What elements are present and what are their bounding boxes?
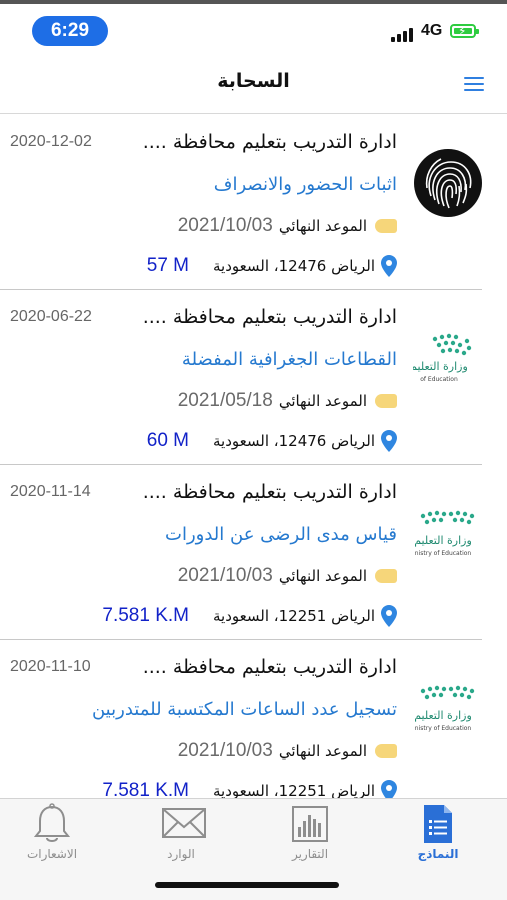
location-address: الرياض 12476، السعودية bbox=[212, 257, 375, 275]
card-date: 2020-11-14 bbox=[10, 483, 91, 500]
card-date: 2020-06-22 bbox=[10, 308, 92, 325]
deadline-date: 2021/10/03 bbox=[177, 215, 273, 236]
tab-notifications[interactable]: الاشعارات bbox=[2, 803, 102, 863]
logo-subtext: of Education bbox=[420, 376, 458, 383]
card-date: 2020-12-02 bbox=[10, 133, 92, 150]
tab-forms-label: النماذج bbox=[417, 847, 459, 861]
page-title: السحابة bbox=[217, 70, 290, 92]
card-date: 2020-11-10 bbox=[10, 658, 91, 675]
location-pin-icon bbox=[381, 605, 397, 627]
forms-list[interactable]: ادارة التدريب بتعليم محافظة .... 2020-12… bbox=[0, 114, 507, 798]
tab-forms[interactable]: النماذج bbox=[388, 803, 488, 863]
fingerprint-logo bbox=[414, 149, 482, 217]
logo-text: وزارة التعليم bbox=[414, 709, 472, 722]
deadline-label: الموعد النهائي bbox=[278, 392, 367, 410]
ministry-of-education-logo: وزارة التعليم nistry of Education bbox=[414, 510, 475, 557]
location-pin-icon bbox=[381, 430, 397, 452]
form-name-link[interactable]: تسجيل عدد الساعات المكتسبة للمتدربين bbox=[92, 699, 397, 720]
deadline-tag-icon bbox=[375, 219, 397, 233]
distance-value: 60 M bbox=[146, 430, 189, 451]
form-name-link[interactable]: اثبات الحضور والانصراف bbox=[214, 174, 397, 195]
tab-bar: النماذج التقارير الوارد الاشعارات bbox=[0, 798, 507, 900]
form-card[interactable]: ادارة التدريب بتعليم محافظة .... 2020-11… bbox=[0, 639, 507, 798]
location-row: الرياض 12251، السعودية bbox=[213, 605, 397, 631]
deadline-row: الموعد النهائي 2021/10/03 bbox=[178, 215, 397, 243]
deadline-tag-icon bbox=[375, 394, 397, 408]
deadline-label: الموعد النهائي bbox=[278, 567, 367, 585]
deadline-date: 2021/05/18 bbox=[177, 390, 273, 411]
card-organization: ادارة التدريب بتعليم محافظة .... bbox=[142, 131, 397, 153]
deadline-date: 2021/10/03 bbox=[177, 565, 273, 586]
inbox-icon bbox=[162, 808, 206, 838]
deadline-tag-icon bbox=[375, 744, 397, 758]
form-card[interactable]: ادارة التدريب بتعليم محافظة .... 2020-11… bbox=[0, 464, 507, 639]
deadline-tag-icon bbox=[375, 569, 397, 583]
forms-icon bbox=[424, 805, 452, 843]
distance-value: 57 M bbox=[146, 255, 189, 276]
deadline-label: الموعد النهائي bbox=[278, 217, 367, 235]
form-card[interactable]: ادارة التدريب بتعليم محافظة .... 2020-06… bbox=[0, 289, 507, 464]
location-row: الرياض 12251، السعودية bbox=[213, 780, 397, 798]
deadline-label: الموعد النهائي bbox=[278, 742, 367, 760]
deadline-row: الموعد النهائي 2021/10/03 bbox=[178, 740, 397, 768]
logo-text: وزارة التعليم bbox=[413, 360, 468, 373]
status-bar: 6:29 4G ⚡ bbox=[0, 4, 507, 52]
reports-icon bbox=[292, 806, 328, 842]
home-indicator bbox=[155, 882, 339, 888]
location-address: الرياض 12251، السعودية bbox=[212, 607, 375, 625]
menu-button[interactable] bbox=[462, 74, 486, 94]
form-name-link[interactable]: القطاعات الجغرافية المفضلة bbox=[182, 349, 397, 370]
card-organization: ادارة التدريب بتعليم محافظة .... bbox=[142, 481, 397, 503]
battery-charging-icon: ⚡ bbox=[450, 24, 479, 38]
deadline-row: الموعد النهائي 2021/10/03 bbox=[178, 565, 397, 593]
location-row: الرياض 12476، السعودية bbox=[213, 430, 397, 456]
navigation-bar: السحابة bbox=[0, 52, 507, 114]
deadline-date: 2021/10/03 bbox=[177, 740, 273, 761]
ministry-of-education-logo: وزارة التعليم nistry of Education bbox=[414, 685, 475, 732]
tab-reports[interactable]: التقارير bbox=[260, 803, 360, 863]
network-type: 4G bbox=[421, 22, 443, 39]
form-card[interactable]: ادارة التدريب بتعليم محافظة .... 2020-12… bbox=[0, 114, 507, 289]
status-time: 6:29 bbox=[32, 16, 108, 46]
form-name-link[interactable]: قياس مدى الرضى عن الدورات bbox=[165, 524, 397, 545]
hamburger-menu-icon bbox=[464, 77, 484, 79]
tab-inbox[interactable]: الوارد bbox=[131, 803, 231, 863]
tab-notifications-label: الاشعارات bbox=[26, 847, 78, 861]
location-pin-icon bbox=[381, 255, 397, 277]
distance-value: 7.581 K.M bbox=[102, 605, 189, 626]
card-organization: ادارة التدريب بتعليم محافظة .... bbox=[142, 656, 397, 678]
deadline-row: الموعد النهائي 2021/05/18 bbox=[178, 390, 397, 418]
card-organization: ادارة التدريب بتعليم محافظة .... bbox=[142, 306, 397, 328]
bell-icon bbox=[33, 803, 71, 842]
location-address: الرياض 12251، السعودية bbox=[212, 782, 375, 798]
cellular-signal-icon bbox=[391, 26, 417, 42]
ministry-of-education-logo: وزارة التعليم of Education bbox=[413, 333, 472, 383]
location-row: الرياض 12476، السعودية bbox=[213, 255, 397, 281]
tab-reports-label: التقارير bbox=[291, 847, 329, 861]
logo-subtext: nistry of Education bbox=[415, 725, 472, 732]
location-pin-icon bbox=[381, 780, 397, 798]
tab-inbox-label: الوارد bbox=[167, 847, 195, 861]
logo-subtext: nistry of Education bbox=[415, 550, 472, 557]
distance-value: 7.581 K.M bbox=[102, 780, 189, 798]
logo-text: وزارة التعليم bbox=[414, 534, 472, 547]
location-address: الرياض 12476، السعودية bbox=[212, 432, 375, 450]
